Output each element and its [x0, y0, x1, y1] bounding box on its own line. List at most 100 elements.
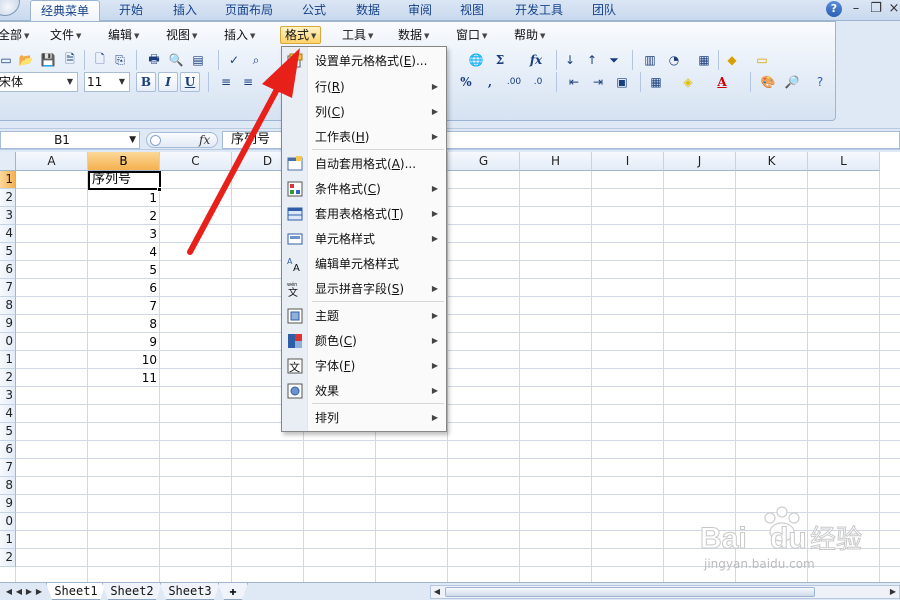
help-icon[interactable]: ? — [826, 1, 842, 17]
column-header-l[interactable]: L — [808, 152, 880, 171]
row-header-18[interactable]: 8 — [0, 477, 16, 495]
print-icon[interactable]: 🖶 — [144, 50, 164, 70]
cell-b6[interactable]: 5 — [88, 261, 160, 279]
column-header-j[interactable]: J — [664, 152, 736, 171]
column-header-g[interactable]: G — [448, 152, 520, 171]
styles-icon[interactable]: 🎨 — [758, 72, 778, 92]
row-header-6[interactable]: 6 — [0, 261, 16, 279]
chart-icon[interactable]: ▥ — [640, 50, 660, 70]
close-icon[interactable]: × — [884, 0, 900, 18]
cell-b12[interactable]: 11 — [88, 369, 160, 387]
format-menu-item-4[interactable]: 工作表(H) ▶ — [282, 125, 446, 149]
name-box[interactable]: B1 ▼ — [0, 131, 140, 149]
cell-b3[interactable]: 2 — [88, 207, 160, 225]
cell-b4[interactable]: 3 — [88, 225, 160, 243]
column-header-a[interactable]: A — [16, 152, 88, 171]
hyperlink-globe-icon[interactable]: 🌐 — [466, 50, 486, 70]
insert-function-area[interactable]: fx — [146, 132, 218, 148]
format-menu-item-15[interactable]: 排列 ▶ — [282, 406, 446, 430]
folder-options-icon[interactable]: ▭ — [752, 50, 772, 70]
table-grid-icon[interactable]: ▦ — [694, 50, 714, 70]
sort-desc-icon[interactable]: ↑ — [582, 50, 602, 70]
column-header-c[interactable]: C — [160, 152, 232, 171]
column-header-h[interactable]: H — [520, 152, 592, 171]
research-icon[interactable]: ⌕ — [246, 50, 266, 70]
prev-sheet-icon[interactable]: ◀ — [14, 585, 24, 599]
increase-indent-icon[interactable]: ⇥ — [588, 72, 608, 92]
row-header-19[interactable]: 9 — [0, 495, 16, 513]
help-circle-icon[interactable]: ? — [810, 72, 830, 92]
borders-icon[interactable]: ▦ — [646, 72, 666, 92]
macro-icon[interactable]: ◆ — [722, 50, 742, 70]
sheet-tab-1[interactable]: Sheet1 — [46, 583, 106, 600]
format-menu-item-7[interactable]: 套用表格格式(T) ▶ — [282, 202, 446, 226]
row-header-5[interactable]: 5 — [0, 243, 16, 261]
permission-icon[interactable]: 🗋 — [90, 50, 110, 70]
office-button[interactable] — [0, 0, 20, 16]
row-header-17[interactable]: 7 — [0, 459, 16, 477]
row-header-14[interactable]: 4 — [0, 405, 16, 423]
format-menu-item-12[interactable]: 颜色(C) ▶ — [282, 329, 446, 353]
font-name-combo[interactable]: 宋体 ▼ — [0, 72, 78, 92]
menu-data[interactable]: 数据 ▼ — [394, 26, 433, 44]
align-right-icon[interactable]: ≡ — [260, 72, 280, 92]
tab-view[interactable]: 视图 — [450, 0, 494, 21]
cell-b5[interactable]: 4 — [88, 243, 160, 261]
scroll-left-icon[interactable]: ◀ — [431, 586, 443, 598]
row-header-2[interactable]: 2 — [0, 189, 16, 207]
format-menu-item-5[interactable]: 自动套用格式(A)... — [282, 152, 446, 176]
sheet-tab-2[interactable]: Sheet2 — [102, 583, 162, 600]
comma-style-button[interactable]: , — [480, 72, 500, 92]
new-doc-icon[interactable]: ▭ — [0, 50, 16, 70]
decrease-decimal-button[interactable]: .0 — [528, 72, 548, 92]
next-sheet-icon[interactable]: ▶ — [24, 585, 34, 599]
format-menu-item-14[interactable]: 效果 ▶ — [282, 379, 446, 403]
increase-decimal-button[interactable]: .00 — [504, 72, 524, 92]
attach-icon[interactable]: ⎘ — [110, 50, 130, 70]
row-header-20[interactable]: 0 — [0, 513, 16, 531]
menu-format[interactable]: 格式 ▼ — [280, 26, 322, 44]
row-header-13[interactable]: 3 — [0, 387, 16, 405]
row-header-7[interactable]: 7 — [0, 279, 16, 297]
row-header-12[interactable]: 2 — [0, 369, 16, 387]
fill-color-icon[interactable]: ◈ — [678, 72, 698, 92]
find-icon[interactable]: 🔎 — [782, 72, 802, 92]
menu-all[interactable]: 全部 ▼ — [0, 26, 33, 44]
column-header-k[interactable]: K — [736, 152, 808, 171]
format-menu-item-6[interactable]: 条件格式(C) ▶ — [282, 177, 446, 201]
sort-asc-icon[interactable]: ↓ — [560, 50, 580, 70]
format-menu-item-8[interactable]: 单元格样式 ▶ — [282, 227, 446, 251]
menu-file[interactable]: 文件 ▼ — [46, 26, 85, 44]
format-menu-item-9[interactable]: A A 编辑单元格样式 — [282, 252, 446, 276]
insert-function-icon[interactable]: fx — [526, 50, 546, 70]
menu-edit[interactable]: 编辑 ▼ — [104, 26, 143, 44]
menu-window[interactable]: 窗口 ▼ — [452, 26, 491, 44]
row-header-11[interactable]: 1 — [0, 351, 16, 369]
percent-style-button[interactable]: % — [456, 72, 476, 92]
last-sheet-icon[interactable]: ▶ — [34, 585, 44, 599]
row-header-16[interactable]: 6 — [0, 441, 16, 459]
cell-b10[interactable]: 9 — [88, 333, 160, 351]
sheet-tab-3[interactable]: Sheet3 — [160, 583, 220, 600]
font-color-button[interactable]: A — [712, 72, 732, 92]
tab-formulas[interactable]: 公式 — [292, 0, 336, 21]
align-left-icon[interactable]: ≡ — [216, 72, 236, 92]
font-size-combo[interactable]: 11 ▼ — [84, 72, 130, 92]
cell-b7[interactable]: 6 — [88, 279, 160, 297]
format-menu-item-10[interactable]: wén 文显示拼音字段(S) ▶ — [282, 277, 446, 301]
row-header-3[interactable]: 3 — [0, 207, 16, 225]
tab-insert[interactable]: 插入 — [162, 0, 208, 21]
format-menu-item-3[interactable]: 列(C) ▶ — [282, 100, 446, 124]
tab-data[interactable]: 数据 — [346, 0, 390, 21]
format-menu-item-2[interactable]: 行(R) ▶ — [282, 75, 446, 99]
cell-b11[interactable]: 10 — [88, 351, 160, 369]
menu-help[interactable]: 帮助 ▼ — [510, 26, 549, 44]
shapes-icon[interactable]: ◔ — [664, 50, 684, 70]
align-center-icon[interactable]: ≡ — [238, 72, 258, 92]
cell-b1[interactable]: 序列号 — [88, 171, 161, 190]
filter-icon[interactable]: ⏷ — [604, 50, 624, 70]
row-header-10[interactable]: 0 — [0, 333, 16, 351]
autosum-icon[interactable]: Σ — [490, 50, 510, 70]
row-header-15[interactable]: 5 — [0, 423, 16, 441]
tab-developer[interactable]: 开发工具 — [506, 0, 572, 21]
